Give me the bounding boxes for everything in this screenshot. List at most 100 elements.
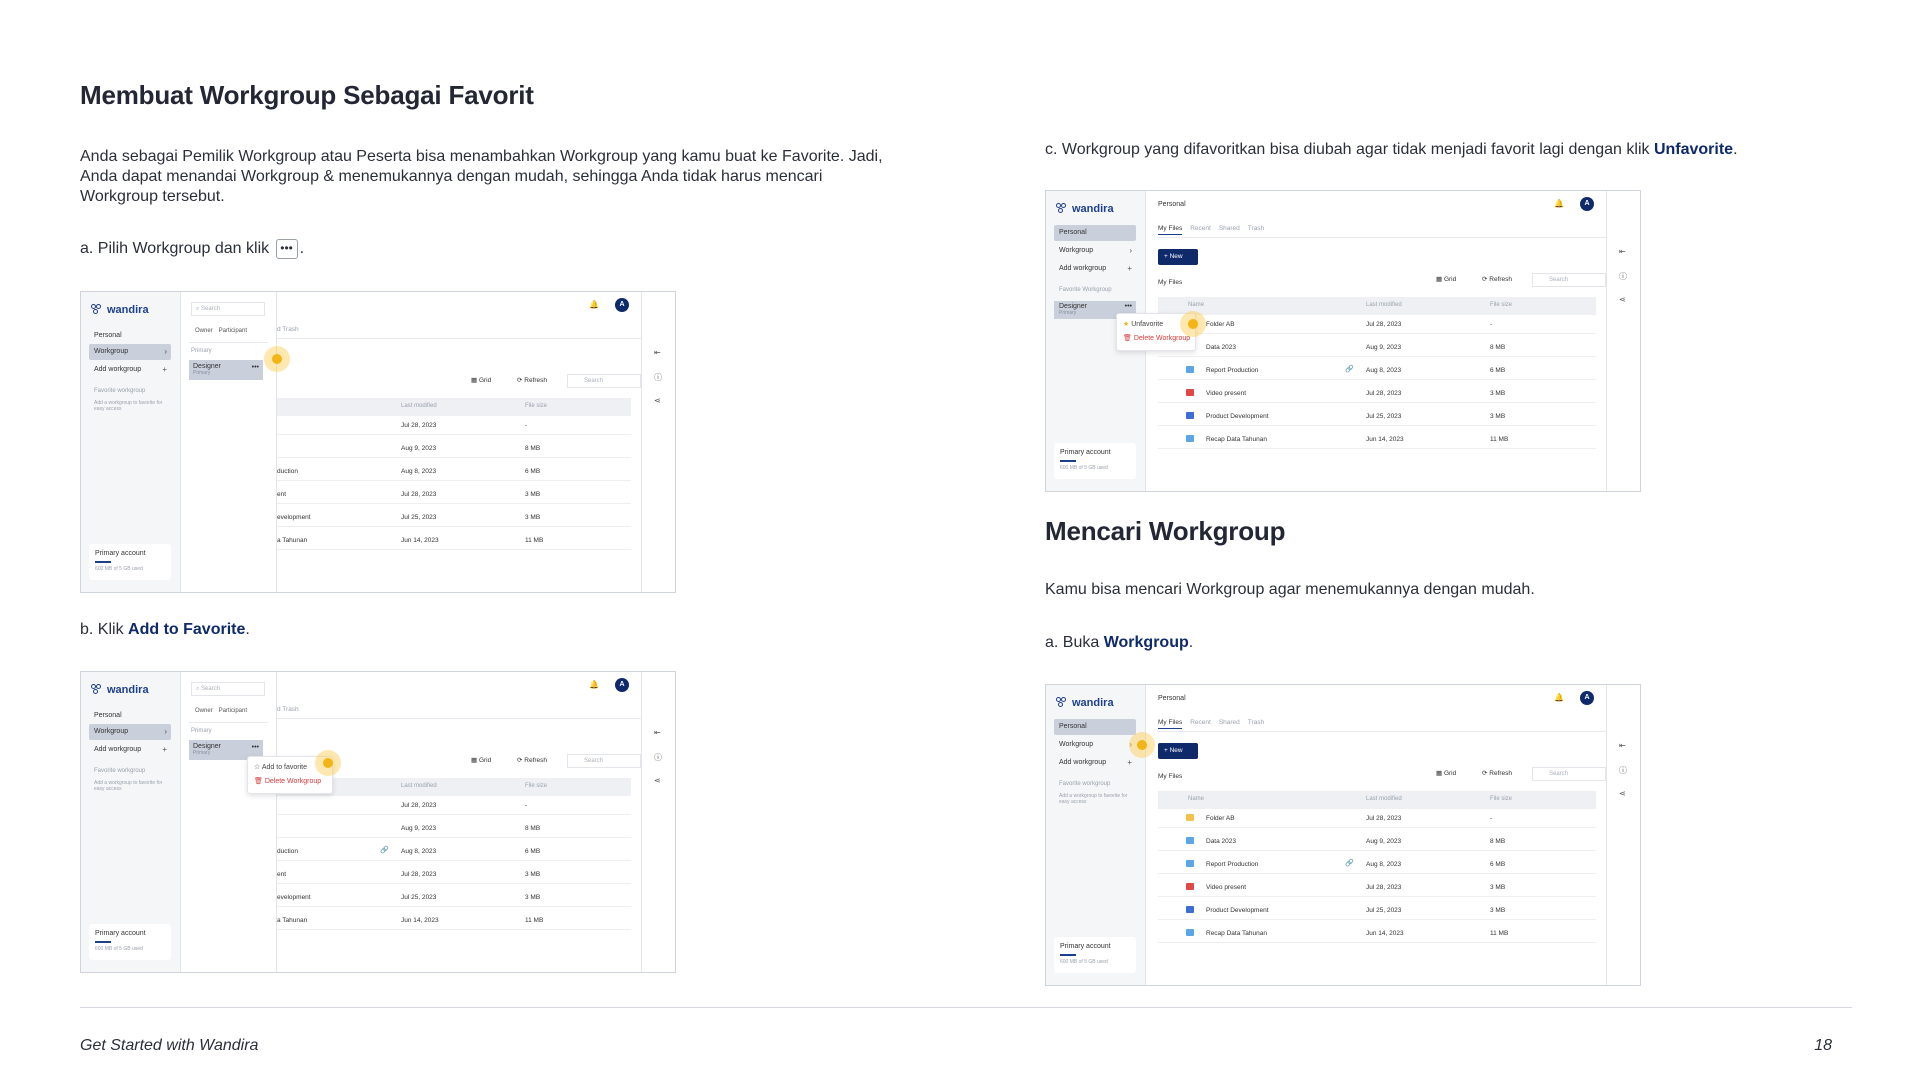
sidebar-item-personal[interactable]: Personal <box>1054 225 1136 241</box>
grid-button[interactable]: ▦ Grid <box>471 756 491 764</box>
avatar[interactable]: A <box>615 298 629 312</box>
refresh-button[interactable]: ⟳ Refresh <box>517 756 547 764</box>
more-options-icon[interactable]: ••• <box>252 364 259 371</box>
info-icon[interactable]: ⓘ <box>654 752 662 763</box>
search-input[interactable]: Search <box>567 374 641 388</box>
share-icon[interactable]: ⋖ <box>1619 295 1626 304</box>
table-row[interactable]: Product Development Jul 25, 2023 3 MB <box>1158 407 1596 426</box>
table-row[interactable]: Report Production 🔗 Aug 8, 2023 6 MB <box>1158 361 1596 380</box>
info-icon[interactable]: ⓘ <box>1619 765 1627 776</box>
sidebar-item-workgroup[interactable]: Workgroup › <box>1054 737 1136 753</box>
bell-icon[interactable]: 🔔 <box>589 300 599 309</box>
new-button[interactable]: + New <box>1158 743 1198 759</box>
table-row[interactable]: Folder AB Jul 28, 2023 - <box>1158 315 1596 334</box>
avatar[interactable]: A <box>1580 691 1594 705</box>
sidebar-item-label: Workgroup <box>94 728 129 735</box>
step-a-label: a. Pilih Workgroup dan klik <box>80 240 270 258</box>
favorite-item-name: Designer <box>1059 303 1088 310</box>
collapse-icon[interactable]: ⇤ <box>654 348 661 357</box>
search-input[interactable]: Search <box>1532 767 1606 781</box>
refresh-button[interactable]: ⟳ Refresh <box>1482 769 1512 777</box>
tab-owner[interactable]: Owner <box>195 328 213 334</box>
sidebar-item-add-workgroup[interactable]: Add workgroup + <box>89 362 171 378</box>
share-icon[interactable]: ⋖ <box>654 776 661 785</box>
cell-size: 8 MB <box>1490 344 1506 351</box>
workgroup-search-input[interactable]: ⌕ Search <box>191 682 265 696</box>
search-input[interactable]: Search <box>567 754 641 768</box>
sidebar-item-personal[interactable]: Personal <box>89 328 171 344</box>
more-options-icon[interactable]: ••• <box>1125 303 1132 310</box>
link-icon: 🔗 <box>380 847 389 854</box>
table-row[interactable]: Video present Jul 28, 2023 3 MB <box>1158 384 1596 403</box>
cell-name: Recap Data Tahunan <box>1206 436 1267 443</box>
cell-modified: Jun 14, 2023 <box>1366 930 1404 937</box>
account-card[interactable]: Primary account 600 MB of 5 GB used <box>1054 937 1136 973</box>
cell-size: 11 MB <box>525 537 544 544</box>
refresh-button[interactable]: ⟳ Refresh <box>1482 275 1512 283</box>
collapse-icon[interactable]: ⇤ <box>654 728 661 737</box>
collapse-icon[interactable]: ⇤ <box>1619 741 1626 750</box>
tab-shared[interactable]: Shared <box>1219 225 1240 235</box>
panel-divider <box>189 342 268 343</box>
table-row[interactable]: Data 2023 Aug 9, 2023 8 MB <box>1158 338 1596 357</box>
workgroup-item-designer[interactable]: Designer Primary ••• <box>189 360 263 380</box>
table-row[interactable]: Report Production 🔗 Aug 8, 2023 6 MB <box>1158 855 1596 874</box>
share-icon[interactable]: ⋖ <box>654 396 661 405</box>
tab-recent[interactable]: Recent <box>1190 225 1211 235</box>
bell-icon[interactable]: 🔔 <box>1554 199 1564 208</box>
search-input[interactable]: Search <box>1532 273 1606 287</box>
table-row[interactable]: Folder AB Jul 28, 2023 - <box>1158 809 1596 828</box>
table-row[interactable]: Recap Data Tahunan Jun 14, 2023 11 MB <box>1158 430 1596 449</box>
tab-participant[interactable]: Participant <box>219 708 247 714</box>
sidebar-item-workgroup[interactable]: Workgroup › <box>1054 243 1136 259</box>
table-row[interactable]: Product Development Jul 25, 2023 3 MB <box>1158 901 1596 920</box>
tab-my-files[interactable]: My Files <box>1158 225 1183 235</box>
grid-button[interactable]: ▦ Grid <box>471 376 491 384</box>
avatar[interactable]: A <box>615 678 629 692</box>
more-options-icon[interactable]: ••• <box>252 744 259 751</box>
table-row[interactable]: Video present Jul 28, 2023 3 MB <box>1158 878 1596 897</box>
sidebar-item-label: Add workgroup <box>94 746 142 753</box>
new-button[interactable]: + New <box>1158 249 1198 265</box>
info-icon[interactable]: ⓘ <box>1619 271 1627 282</box>
avatar[interactable]: A <box>1580 197 1594 211</box>
col-size: File size <box>1490 796 1513 802</box>
menu-delete-workgroup[interactable]: 🗑 Delete Workgroup <box>1123 332 1190 346</box>
chevron-right-icon: › <box>164 727 167 736</box>
table-row[interactable]: Recap Data Tahunan Jun 14, 2023 11 MB <box>1158 924 1596 943</box>
sidebar-item-add-workgroup[interactable]: Add workgroup + <box>1054 261 1136 277</box>
tab-trash[interactable]: Trash <box>1248 719 1264 729</box>
menu-delete-workgroup[interactable]: 🗑 Delete Workgroup <box>254 775 326 789</box>
bell-icon[interactable]: 🔔 <box>589 680 599 689</box>
tab-my-files[interactable]: My Files <box>1158 719 1183 729</box>
bell-icon[interactable]: 🔔 <box>1554 693 1564 702</box>
tab-participant[interactable]: Participant <box>219 328 247 334</box>
sidebar-item-add-workgroup[interactable]: Add workgroup + <box>89 742 171 758</box>
tab-recent[interactable]: Recent <box>1190 719 1211 729</box>
refresh-button[interactable]: ⟳ Refresh <box>517 376 547 384</box>
account-card[interactable]: Primary account 600 MB of 5 GB used <box>89 924 171 960</box>
sidebar-item-workgroup[interactable]: Workgroup › <box>89 344 171 360</box>
main-area: Personal 🔔 A My Files Recent Shared Trash +… <box>1146 685 1606 985</box>
cell-modified: Jul 25, 2023 <box>401 514 437 521</box>
tab-trash[interactable]: Trash <box>1248 225 1264 235</box>
collapse-icon[interactable]: ⇤ <box>1619 247 1626 256</box>
share-icon[interactable]: ⋖ <box>1619 789 1626 798</box>
footer-title: Get Started with Wandira <box>80 1037 259 1054</box>
tab-shared[interactable]: Shared <box>1219 719 1240 729</box>
tab-owner[interactable]: Owner <box>195 708 213 714</box>
grid-button[interactable]: ▦ Grid <box>1436 769 1456 777</box>
info-icon[interactable]: ⓘ <box>654 372 662 383</box>
table-row[interactable]: Data 2023 Aug 9, 2023 8 MB <box>1158 832 1596 851</box>
sidebar-item-workgroup[interactable]: Workgroup › <box>89 724 171 740</box>
sidebar-item-personal[interactable]: Personal <box>89 708 171 724</box>
cell-modified: Jul 28, 2023 <box>401 422 437 429</box>
document-icon <box>1186 837 1194 844</box>
workgroup-search-input[interactable]: ⌕ Search <box>191 302 265 316</box>
sidebar-item-personal[interactable]: Personal <box>1054 719 1136 735</box>
grid-button[interactable]: ▦ Grid <box>1436 275 1456 283</box>
header-title: Personal <box>1158 695 1186 702</box>
account-card[interactable]: Primary account 600 MB of 5 GB used <box>1054 443 1136 479</box>
sidebar-item-add-workgroup[interactable]: Add workgroup + <box>1054 755 1136 771</box>
account-card[interactable]: Primary account 600 MB of 5 GB used <box>89 544 171 580</box>
